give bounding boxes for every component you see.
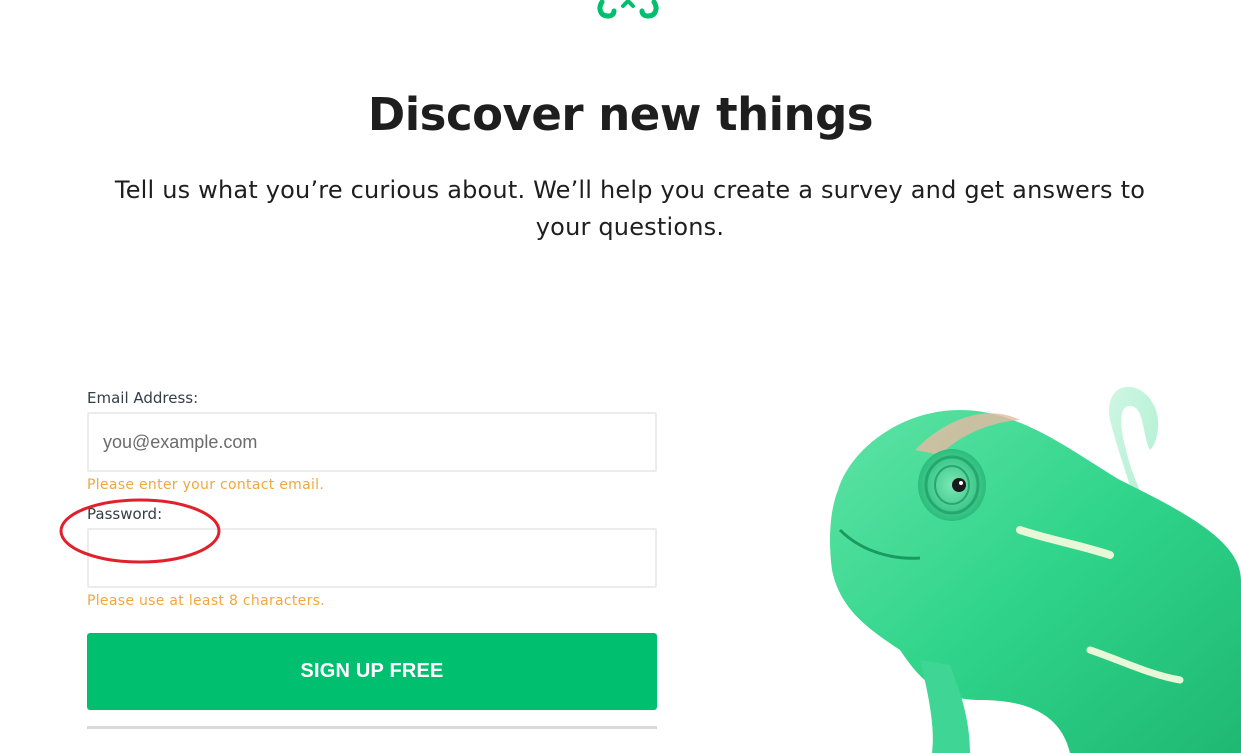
sign-up-button[interactable]: SIGN UP FREE (87, 633, 657, 710)
page-title: Discover new things (367, 88, 874, 141)
email-label: Email Address: (87, 389, 199, 407)
password-error-message: Please use at least 8 characters. (87, 593, 325, 609)
email-field[interactable] (87, 412, 657, 472)
signup-form: Email Address: Please enter your contact… (87, 388, 657, 729)
chameleon-image (830, 386, 1241, 753)
password-field[interactable] (87, 528, 657, 588)
email-error-message: Please enter your contact email. (87, 477, 325, 493)
brand-logo-icon (597, 0, 659, 19)
password-label: Password: (87, 505, 163, 523)
page-subtitle: Tell us what you’re curious about. We’ll… (114, 176, 1146, 241)
divider (87, 726, 657, 729)
